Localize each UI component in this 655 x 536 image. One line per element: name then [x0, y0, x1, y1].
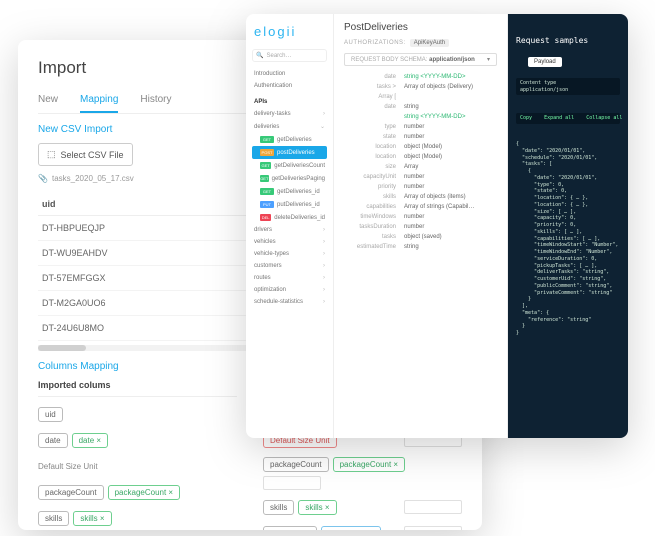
nav-ep2[interactable]: GETgetDeliveriesCount: [252, 159, 327, 172]
schema-row: sizeArray: [344, 162, 497, 172]
schema-row: prioritynumber: [344, 182, 497, 192]
method-badge: GET: [260, 175, 269, 182]
nav-more6[interactable]: schedule-statistics›: [252, 296, 327, 308]
schema-row: datestring <YYYY-MM-DD>: [344, 72, 497, 82]
chevron-down-icon: ⌄: [320, 123, 325, 130]
payload-button[interactable]: Payload: [528, 57, 562, 67]
chevron-right-icon: ›: [323, 111, 325, 117]
schema-row: tasks >Array of objects (Delivery): [344, 82, 497, 92]
select-csv-button[interactable]: ⬚ Select CSV File: [38, 143, 133, 166]
pill-capabilities-r[interactable]: capabilities: [263, 526, 317, 531]
label-default-size-unit-l: Default Size Unit: [38, 462, 98, 471]
imported-columns: Imported colums uid datedate × Default S…: [38, 380, 237, 530]
nav-ep1[interactable]: POSTpostDeliveries: [252, 146, 327, 159]
format-select[interactable]: REQUEST BODY SCHEMA: application/json: [344, 53, 497, 66]
nav-more4[interactable]: routes›: [252, 272, 327, 284]
nav-more1[interactable]: vehicles›: [252, 236, 327, 248]
schema-row: locationobject (Model): [344, 152, 497, 162]
default-value-input[interactable]: [404, 500, 462, 514]
request-sample: Request samples Payload Content typeappl…: [508, 14, 628, 438]
schema-row: Array [: [344, 92, 497, 102]
method-badge: POST: [260, 149, 274, 156]
nav-authentication[interactable]: Authentication: [252, 80, 327, 92]
schema-row: typenumber: [344, 122, 497, 132]
api-docs-panel: elogii 🔍Search… Introduction Authenticat…: [246, 14, 628, 438]
sample-actions[interactable]: Copy Expand all Collapse all: [516, 113, 620, 124]
search-icon: 🔍: [256, 52, 263, 59]
nav-ep0[interactable]: GETgetDeliveries: [252, 133, 327, 146]
default-value-input[interactable]: [263, 476, 321, 490]
pill-packagecount-r[interactable]: packageCount: [263, 457, 329, 472]
pair-date-l[interactable]: date ×: [72, 433, 108, 448]
nav-introduction[interactable]: Introduction: [252, 68, 327, 80]
schema-row: capacityUnitnumber: [344, 172, 497, 182]
schema-row: timeWindowsnumber: [344, 212, 497, 222]
attachment-icon: 📎: [38, 174, 48, 183]
nav-ep3[interactable]: GETgetDeliveriesPaging: [252, 172, 327, 185]
nav-more2[interactable]: vehicle-types›: [252, 248, 327, 260]
nav-delivery-tasks[interactable]: delivery-tasks›: [252, 108, 327, 120]
chevron-down-icon: [487, 56, 490, 63]
tab-history[interactable]: History: [140, 94, 171, 113]
search-input[interactable]: 🔍Search…: [252, 49, 327, 62]
upload-icon: ⬚: [47, 149, 56, 160]
nav-ep4[interactable]: GETgetDeliveries_id: [252, 185, 327, 198]
code-sample: { "date": "2020/01/01", "schedule": "202…: [516, 141, 620, 337]
brand-logo: elogii: [254, 24, 327, 39]
pair-packagecount-r[interactable]: packageCount ×: [333, 457, 406, 472]
schema-row: statenumber: [344, 132, 497, 142]
method-badge: GET: [260, 136, 274, 143]
pill-packagecount-l[interactable]: packageCount: [38, 485, 104, 500]
nav-more5[interactable]: optimization›: [252, 284, 327, 296]
method-badge: GET: [260, 188, 274, 195]
pill-skills-r[interactable]: skills: [263, 500, 294, 515]
nav-apis-header: APIs: [252, 96, 327, 108]
api-nav: elogii 🔍Search… Introduction Authenticat…: [246, 14, 334, 438]
pill-skills-l[interactable]: skills: [38, 511, 69, 526]
schema-row: skillsArray of objects (items): [344, 192, 497, 202]
schema-row: datestring: [344, 102, 497, 112]
endpoint-title: PostDeliveries: [344, 22, 497, 33]
nav-more3[interactable]: customers›: [252, 260, 327, 272]
default-value-input[interactable]: [404, 526, 462, 530]
filename: tasks_2020_05_17.csv: [52, 174, 134, 183]
pair-capabilities-r[interactable]: capabilities ×: [321, 526, 381, 531]
sample-title: Request samples: [516, 36, 620, 47]
schema-row: tasksobject (saved): [344, 232, 497, 242]
api-main: PostDeliveries AUTHORIZATIONS:ApiKeyAuth…: [334, 14, 508, 438]
method-badge: PUT: [260, 201, 274, 208]
pair-packagecount-l[interactable]: packageCount ×: [108, 485, 181, 500]
nav-deliveries[interactable]: deliveries⌄: [252, 120, 327, 133]
method-badge: GET: [260, 162, 271, 169]
method-badge: DEL: [260, 214, 271, 221]
pill-date-l[interactable]: date: [38, 433, 68, 448]
pill-uid[interactable]: uid: [38, 407, 63, 422]
tab-new[interactable]: New: [38, 94, 58, 113]
pair-skills-l[interactable]: skills ×: [73, 511, 111, 526]
nav-ep6[interactable]: DELdeleteDeliveries_id: [252, 211, 327, 224]
nav-ep5[interactable]: PUTputDeliveries_id: [252, 198, 327, 211]
schema-row: estimatedTimestring: [344, 242, 497, 252]
nav-more0[interactable]: drivers›: [252, 224, 327, 236]
pair-skills-r[interactable]: skills ×: [298, 500, 336, 515]
schema-row: tasksDurationnumber: [344, 222, 497, 232]
schema-row: locationobject (Model): [344, 142, 497, 152]
schema-row: string <YYYY-MM-DD>: [344, 112, 497, 122]
tab-mapping[interactable]: Mapping: [80, 94, 118, 113]
schema-row: capabilitiesArray of strings (Capabil…: [344, 202, 497, 212]
